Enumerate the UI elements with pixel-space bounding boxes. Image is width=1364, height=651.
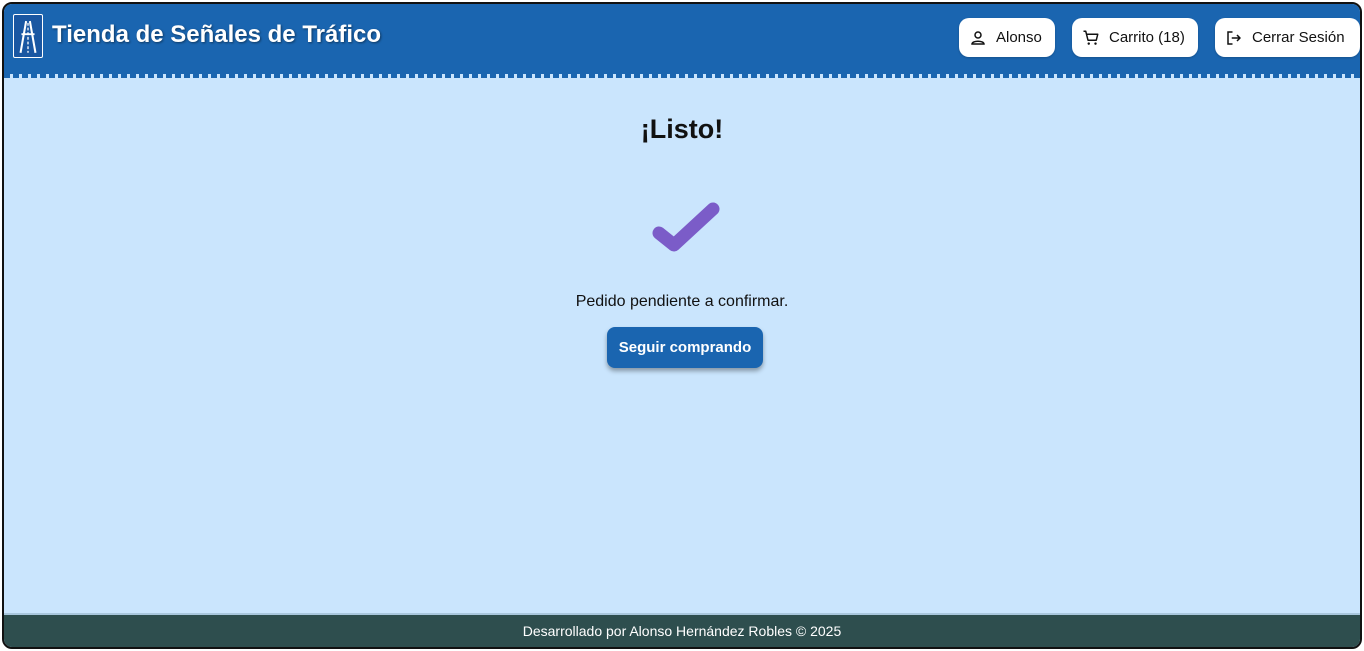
order-status-text: Pedido pendiente a confirmar. xyxy=(575,293,789,310)
checkmark-icon xyxy=(649,199,721,255)
site-header: Tienda de Señales de Tráfico Alonso Carr… xyxy=(4,4,1360,78)
continue-shopping-button[interactable]: Seguir comprando xyxy=(607,327,763,368)
cart-button-label: Carrito (18) xyxy=(1109,29,1185,46)
page-title: ¡Listo! xyxy=(640,114,724,144)
highway-sign-icon[interactable] xyxy=(13,14,43,58)
footer-credits: Desarrollado por Alonso Hernández Robles… xyxy=(522,623,842,639)
cart-icon xyxy=(1082,29,1100,47)
cart-button[interactable]: Carrito (18) xyxy=(1072,18,1198,57)
app-window: Tienda de Señales de Tráfico Alonso Carr… xyxy=(2,2,1362,649)
user-button[interactable]: Alonso xyxy=(959,18,1055,57)
user-button-label: Alonso xyxy=(996,29,1042,46)
logout-button[interactable]: Cerrar Sesión xyxy=(1215,18,1360,57)
site-title[interactable]: Tienda de Señales de Tráfico xyxy=(52,21,381,49)
site-footer: Desarrollado por Alonso Hernández Robles… xyxy=(4,613,1360,647)
logout-icon xyxy=(1225,29,1243,47)
logout-button-label: Cerrar Sesión xyxy=(1252,29,1345,46)
user-icon xyxy=(969,29,987,47)
